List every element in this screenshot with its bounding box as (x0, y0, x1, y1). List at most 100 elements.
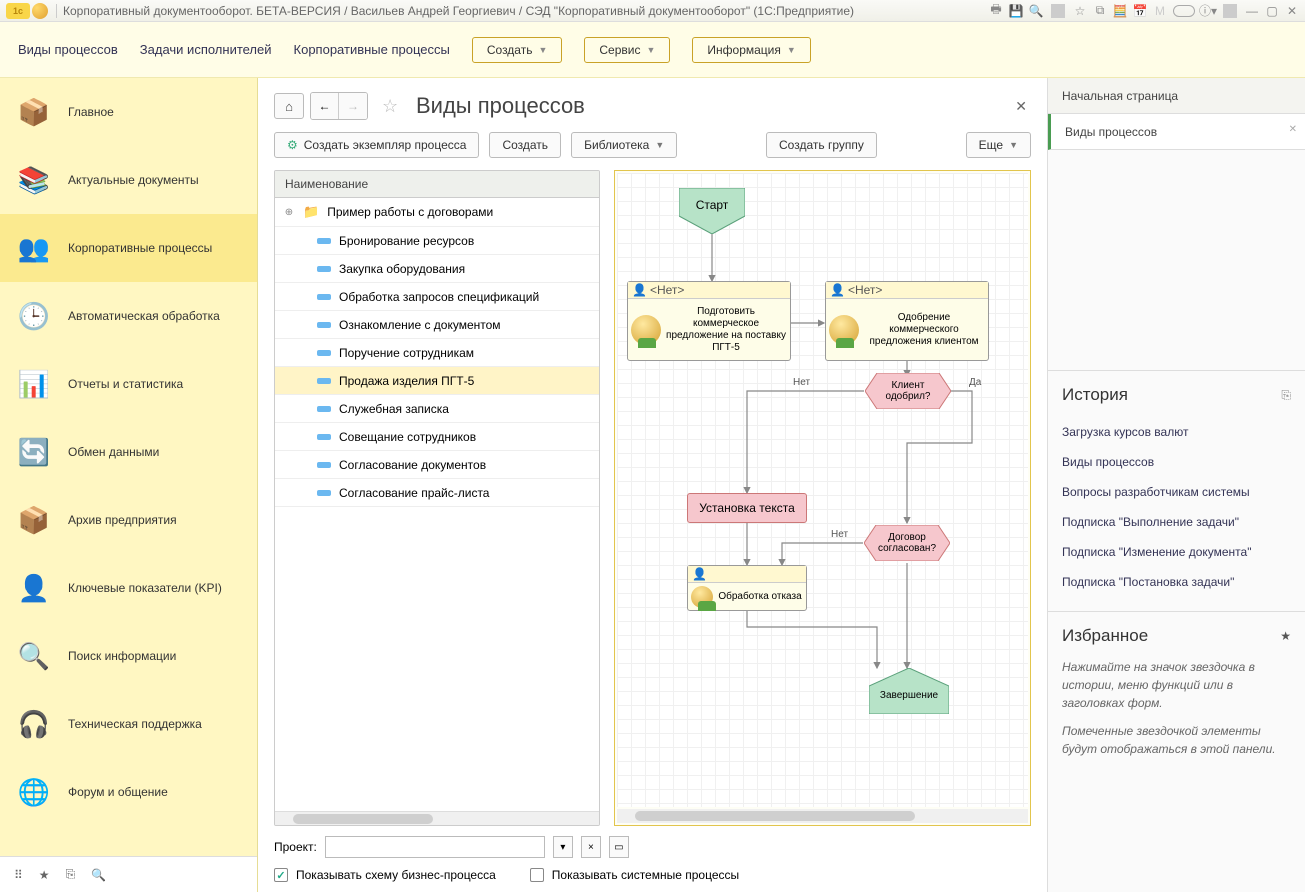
sidebar-item-0[interactable]: 📦Главное (0, 78, 257, 146)
node-decision-1[interactable]: Клиент одобрил? (865, 373, 951, 409)
calc-icon[interactable]: 🧮 (1113, 4, 1127, 18)
menu-link-0[interactable]: Виды процессов (18, 42, 118, 57)
node-task-1[interactable]: 👤<Нет> Подготовить коммерческое предложе… (627, 281, 791, 361)
info-icon[interactable]: ⓘ▾ (1201, 4, 1215, 18)
rp-tab-start[interactable]: Начальная страница (1048, 78, 1305, 114)
tree-hscroll[interactable] (275, 811, 599, 825)
node-end[interactable]: Завершение (869, 668, 949, 714)
nav-back-forward: ← → (310, 92, 368, 120)
tree-item-3[interactable]: Ознакомление с документом (275, 311, 599, 339)
close-page-button[interactable]: ✕ (1011, 94, 1031, 119)
show-system-checkbox[interactable]: Показывать системные процессы (530, 868, 739, 882)
history-link-4[interactable]: Подписка "Изменение документа" (1062, 537, 1291, 567)
tree-item-1[interactable]: Закупка оборудования (275, 255, 599, 283)
tree-item-0[interactable]: Бронирование ресурсов (275, 227, 599, 255)
project-input[interactable] (325, 836, 545, 858)
process-icon (317, 378, 331, 384)
project-clear-button[interactable]: × (581, 836, 601, 858)
sidebar-item-10[interactable]: 🌐Форум и общение (0, 758, 257, 826)
calendar-icon[interactable]: 📅 (1133, 4, 1147, 18)
actor-icon (829, 315, 859, 345)
history-link-0[interactable]: Загрузка курсов валют (1062, 417, 1291, 447)
history-link-1[interactable]: Виды процессов (1062, 447, 1291, 477)
history-icon[interactable]: ⎘ (1281, 388, 1291, 403)
expand-icon[interactable]: ⊕ (283, 207, 295, 218)
more-button[interactable]: Еще▼ (966, 132, 1031, 158)
sidebar-item-9[interactable]: 🎧Техническая поддержка (0, 690, 257, 758)
favorite-star-icon[interactable]: ☆ (382, 96, 404, 117)
menu-info-button[interactable]: Информация▼ (692, 37, 810, 63)
create-group-button[interactable]: Создать группу (766, 132, 877, 158)
maximize-button[interactable]: ▢ (1265, 4, 1279, 18)
sidebar-item-4[interactable]: 📊Отчеты и статистика (0, 350, 257, 418)
star-icon[interactable]: ☆ (1073, 4, 1087, 18)
history-title: История (1062, 385, 1128, 405)
tree-item-5[interactable]: Продажа изделия ПГТ-5 (275, 367, 599, 395)
sidebar-item-label: Форум и общение (68, 785, 168, 799)
history-link-2[interactable]: Вопросы разработчикам системы (1062, 477, 1291, 507)
rp-tab-processes[interactable]: Виды процессов✕ (1048, 114, 1305, 150)
sidebar-icon: 📦 (14, 500, 54, 540)
tree-item-4[interactable]: Поручение сотрудникам (275, 339, 599, 367)
back-button[interactable]: ← (311, 93, 339, 119)
history-link-3[interactable]: Подписка "Выполнение задачи" (1062, 507, 1291, 537)
sidebar-item-1[interactable]: 📚Актуальные документы (0, 146, 257, 214)
tree-item-label: Совещание сотрудников (339, 430, 476, 444)
sidebar-item-6[interactable]: 📦Архив предприятия (0, 486, 257, 554)
close-button[interactable]: ✕ (1285, 4, 1299, 18)
process-icon (317, 462, 331, 468)
home-button[interactable]: ⌂ (274, 93, 304, 119)
tree-item-9[interactable]: Согласование прайс-листа (275, 479, 599, 507)
sidebar-item-7[interactable]: 👤Ключевые показатели (KPI) (0, 554, 257, 622)
library-button[interactable]: Библиотека▼ (571, 132, 677, 158)
menu-link-1[interactable]: Задачи исполнителей (140, 42, 272, 57)
user-icon: 👤 (632, 283, 647, 297)
sidebar-item-5[interactable]: 🔄Обмен данными (0, 418, 257, 486)
tree-item-8[interactable]: Согласование документов (275, 451, 599, 479)
minimize-button[interactable]: — (1245, 4, 1259, 18)
preview-icon[interactable]: 🔍 (1029, 4, 1043, 18)
print-icon[interactable]: 🖶 (989, 4, 1003, 18)
diagram-hscroll[interactable] (617, 809, 1028, 823)
sidebar-item-3[interactable]: 🕒Автоматическая обработка (0, 282, 257, 350)
close-icon[interactable]: ✕ (1289, 124, 1297, 135)
m-icon[interactable]: M (1153, 4, 1167, 18)
create-button[interactable]: Создать (489, 132, 561, 158)
sidebar-item-8[interactable]: 🔍Поиск информации (0, 622, 257, 690)
tree-item-7[interactable]: Совещание сотрудников (275, 423, 599, 451)
sidebar-item-2[interactable]: 👥Корпоративные процессы (0, 214, 257, 282)
bpmn-diagram[interactable]: Старт 👤<Нет> Подготовить коммерческое пр… (617, 173, 1028, 807)
star-icon[interactable]: ★ (1280, 629, 1291, 643)
node-task-2[interactable]: 👤<Нет> Одобрение коммерческого предложен… (825, 281, 989, 361)
link-icon[interactable]: ⧉ (1093, 4, 1107, 18)
tree-item-label: Закупка оборудования (339, 262, 465, 276)
tree-item-6[interactable]: Служебная записка (275, 395, 599, 423)
history-icon[interactable]: ⎘ (66, 867, 76, 882)
star-icon[interactable]: ★ (39, 868, 50, 882)
sidebar-icon: 🎧 (14, 704, 54, 744)
node-task-3[interactable]: 👤 Обработка отказа (687, 565, 807, 611)
create-instance-button[interactable]: ⚙Создать экземпляр процесса (274, 132, 479, 158)
process-icon (317, 490, 331, 496)
node-start[interactable]: Старт (679, 188, 745, 234)
search-icon[interactable]: 🔍 (91, 868, 106, 882)
tree-folder-row[interactable]: ⊕📁Пример работы с договорами (275, 198, 599, 227)
apps-icon[interactable]: ⠿ (14, 868, 23, 882)
history-link-5[interactable]: Подписка "Постановка задачи" (1062, 567, 1291, 597)
toggle-icon[interactable] (1173, 5, 1195, 17)
project-open-button[interactable]: ▭ (609, 836, 629, 858)
sidebar-icon: 📚 (14, 160, 54, 200)
save-icon[interactable]: 💾 (1009, 4, 1023, 18)
menu-create-button[interactable]: Создать▼ (472, 37, 563, 63)
app-menu-icon[interactable] (32, 3, 48, 19)
show-schema-checkbox[interactable]: ✓Показывать схему бизнес-процесса (274, 868, 496, 882)
node-decision-2[interactable]: Договор согласован? (864, 525, 950, 561)
node-set-text[interactable]: Установка текста (687, 493, 807, 523)
app-logo: 1c (6, 3, 30, 19)
menu-link-2[interactable]: Корпоративные процессы (294, 42, 450, 57)
menu-service-button[interactable]: Сервис▼ (584, 37, 670, 63)
process-tree: Наименование ⊕📁Пример работы с договорам… (274, 170, 600, 826)
project-dropdown-button[interactable]: ▾ (553, 836, 573, 858)
forward-button[interactable]: → (339, 93, 367, 119)
tree-item-2[interactable]: Обработка запросов спецификаций (275, 283, 599, 311)
